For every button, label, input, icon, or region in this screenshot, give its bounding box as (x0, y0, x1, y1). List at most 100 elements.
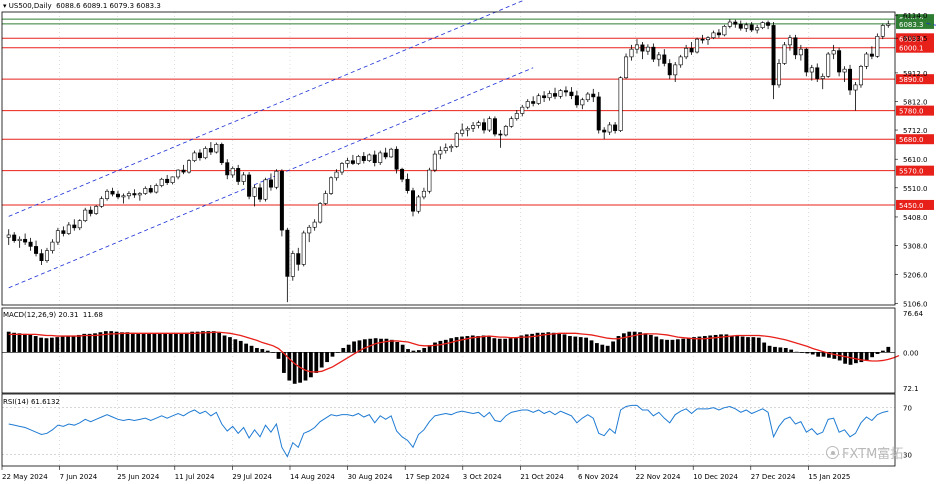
candle-body (591, 93, 596, 98)
candle-body (159, 178, 164, 186)
candle-body (542, 95, 547, 99)
time-tick-label: 21 Oct 2024 (520, 473, 564, 481)
candle-body (640, 44, 645, 52)
candle-body (749, 24, 754, 31)
candle-body (678, 56, 683, 66)
macd-bar (767, 345, 772, 353)
candle-body (17, 238, 22, 241)
macd-bar (751, 337, 756, 353)
macd-bar (600, 344, 605, 353)
candle-body (547, 93, 552, 99)
macd-bar (82, 333, 87, 353)
candle-body (12, 234, 17, 241)
candle-body (296, 253, 301, 265)
candle-body (356, 156, 361, 164)
macd-bar (443, 339, 448, 353)
macd-axis-label: 76.64 (903, 310, 924, 318)
candle-body (438, 150, 443, 155)
macd-bar (12, 332, 16, 353)
macd-bar (778, 347, 783, 353)
candle-body (569, 91, 574, 97)
candle-body (345, 160, 350, 164)
time-tick-label: 10 Dec 2024 (693, 473, 738, 481)
macd-bar (589, 340, 594, 353)
candle-body (55, 230, 60, 243)
candle-body (39, 253, 44, 261)
macd-bar (433, 342, 437, 353)
rsi-line (8, 404, 889, 458)
macd-bar (330, 352, 335, 357)
macd-bar (395, 342, 400, 353)
candle-body (126, 193, 131, 197)
candle-body (339, 163, 344, 173)
macd-bar (335, 352, 340, 353)
candle-body (596, 96, 601, 131)
macd-bar (854, 352, 858, 364)
macd-bar (881, 350, 885, 353)
macd-bar (152, 333, 157, 353)
rsi-panel: 70 30 (2, 404, 912, 459)
candle-body (607, 124, 612, 133)
macd-bar (487, 336, 491, 353)
candle-body (809, 67, 814, 73)
time-tick-label: 6 Nov 2024 (578, 473, 619, 481)
candle-body (624, 56, 629, 79)
price-tick-label: 5610.0 (903, 156, 928, 164)
time-tick-label: 7 Jun 2024 (60, 473, 98, 481)
candle-body (214, 144, 219, 153)
macd-bar (373, 338, 378, 353)
candle-body (394, 148, 399, 170)
candle-body (482, 122, 487, 131)
macd-bar (49, 337, 54, 353)
macd-bar (276, 352, 281, 359)
macd-bar (800, 352, 804, 353)
candle-body (410, 190, 415, 212)
candle-body (782, 44, 787, 64)
candle-body (105, 190, 110, 199)
macd-bar (211, 331, 216, 353)
candle-body (793, 37, 798, 56)
macd-bar (816, 352, 821, 357)
macd-bar (416, 350, 421, 353)
macd-bar (174, 333, 178, 353)
macd-bar (621, 333, 626, 353)
macd-bar (362, 339, 367, 353)
candle-body (826, 53, 831, 77)
candle-body (77, 220, 82, 229)
macd-bar (411, 350, 416, 353)
macd-bar (805, 352, 810, 354)
macd-bar (584, 337, 588, 353)
candle-body (618, 77, 623, 131)
candle-body (804, 48, 809, 73)
candle-body (465, 128, 470, 131)
candle-body (454, 133, 459, 147)
watermark-text: FXTM富拓 (842, 447, 904, 462)
time-tick-label: 30 Aug 2024 (348, 473, 393, 481)
macd-bar (87, 333, 92, 353)
panel-border (1, 307, 896, 394)
macd-bar (136, 333, 141, 353)
candle-body (602, 129, 607, 133)
macd-bar (206, 331, 211, 353)
macd-bar (238, 340, 243, 353)
candle-body (525, 101, 530, 108)
candle-body (574, 95, 579, 106)
candle-body (208, 148, 213, 153)
rsi-axis-label: 70 (903, 405, 912, 413)
candle-body (115, 193, 120, 198)
macd-bar (325, 352, 329, 363)
time-tick-label: 29 Jul 2024 (232, 473, 272, 481)
macd-bar (573, 336, 578, 353)
macd-bar (400, 344, 405, 353)
candle-body (503, 126, 508, 136)
candle-body (760, 22, 765, 29)
candle-body (225, 162, 230, 176)
macd-bar (228, 337, 232, 353)
candle-body (230, 168, 235, 176)
candle-body (705, 37, 710, 41)
macd-bar (686, 337, 691, 353)
candle-body (389, 148, 394, 158)
macd-bar (76, 334, 81, 353)
candle-body (165, 178, 170, 183)
macd-bar (611, 341, 615, 353)
